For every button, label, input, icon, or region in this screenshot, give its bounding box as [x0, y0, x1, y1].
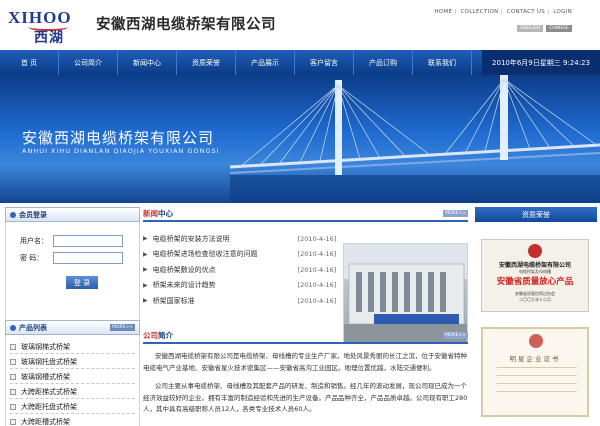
divider — [497, 391, 577, 392]
nav-contact[interactable]: 联系我们 — [413, 50, 472, 75]
news-item[interactable]: ▶ 桥架未来的设计趋势 [2010-4-16] — [143, 278, 343, 294]
product-item[interactable]: 玻璃钢梯式桥架 — [10, 340, 135, 354]
login-form: 用户名： 密 码： 登 录 — [5, 222, 140, 320]
main-nav: 首 页 公司简介 新闻中心 资质荣誉 产品展示 客户留言 产品订购 联系我们 2… — [0, 50, 600, 75]
intro-more-link[interactable]: MORE>> — [443, 332, 468, 339]
quality-certificate[interactable]: 安徽西湖电缆桥架有限公司 电缆桥架及母线槽 安徽省质量放心产品 安徽省质量信得过… — [481, 239, 589, 312]
product-item[interactable]: 玻璃钢槽式桥架 — [10, 370, 135, 384]
intro-section: 公司简介 MORE>> 安徽西湖电缆桥架有限公司是电缆桥架、母线槽的专业生产厂家… — [143, 329, 468, 416]
password-label: 密 码： — [20, 253, 44, 262]
nav-home[interactable]: 首 页 — [0, 50, 59, 75]
products-header: 产品列表 MORE>> — [5, 320, 140, 335]
password-input[interactable] — [53, 251, 123, 264]
intro-heading-b: 简介 — [158, 331, 173, 340]
news-section: ▶ 电缆桥架的安装方法说明 [2010-4-16] ▶ 电缆桥架进场检查验收注意的问题… — [143, 222, 468, 344]
arrow-right-icon: ▶ — [143, 266, 148, 274]
product-item[interactable]: 大跨距槽式桥架 — [10, 415, 135, 426]
product-item[interactable]: 大跨距托盘式桥架 — [10, 400, 135, 414]
intro-header: 公司简介 MORE>> — [143, 329, 468, 344]
divider — [497, 367, 577, 368]
bridge-illustration — [230, 75, 600, 203]
nav-honors[interactable]: 资质荣誉 — [177, 50, 236, 75]
top-link-contact[interactable]: CONTACT US — [507, 9, 545, 15]
login-button[interactable]: 登 录 — [66, 276, 98, 289]
cert-line: 二〇〇九年十二月 — [519, 297, 551, 302]
center-column: 新闻中心 MORE>> ▶ 电缆桥架的安装方法说明 [2010-4-16] ▶ 电缆桥… — [143, 207, 468, 413]
cert2-title: 明星企业证书 — [509, 355, 561, 363]
top-link-collection[interactable]: COLLECTION — [460, 9, 498, 15]
left-column: 会员登录 用户名： 密 码： 登 录 产品列表 MORE>> 玻璃钢梯式桥架 玻… — [5, 207, 140, 426]
nav-about[interactable]: 公司简介 — [59, 50, 118, 75]
arrow-right-icon: ▶ — [143, 297, 148, 305]
news-heading-a: 新闻 — [143, 209, 158, 218]
username-input[interactable] — [53, 234, 123, 247]
bullet-icon — [10, 324, 16, 331]
login-heading: 会员登录 — [19, 210, 47, 219]
banner-title: 安徽西湖电缆桥架有限公司 — [22, 129, 215, 147]
bullet-icon — [10, 373, 16, 380]
honors-heading: 资质荣誉 — [475, 207, 597, 222]
lang-english-button[interactable]: ENGLISH — [517, 25, 544, 32]
intro-paragraph: 安徽西湖电缆桥架有限公司是电缆桥架、母线槽的专业生产厂家。地处风景秀丽的长江之滨… — [143, 352, 467, 372]
logo-text-cn: 西湖 — [34, 30, 64, 46]
nav-products[interactable]: 产品展示 — [236, 50, 295, 75]
news-item[interactable]: ▶ 电缆桥架进场检查验收注意的问题 [2010-4-16] — [143, 247, 343, 263]
logo[interactable]: XIHOO 西湖 — [8, 8, 86, 46]
emblem-icon — [529, 334, 543, 348]
page: XIHOO 西湖 安徽西湖电缆桥架有限公司 HOME | COLLECTION | … — [0, 0, 600, 426]
bullet-icon — [10, 388, 16, 395]
banner-subtitle: ANHUI XIHU DIANLAN QIAOJIA YOUXIAN GONGS… — [22, 147, 220, 155]
top-links: HOME | COLLECTION | CONTACT US | LOGIN — [434, 9, 572, 15]
star-enterprise-certificate[interactable]: 明星企业证书 — [481, 327, 589, 417]
products-heading: 产品列表 — [19, 323, 47, 332]
product-list: 玻璃钢梯式桥架 玻璃钢托盘式桥架 玻璃钢槽式桥架 大跨距梯式式桥架 大跨距托盘式… — [5, 335, 140, 426]
bullet-icon — [10, 211, 16, 218]
news-more-link[interactable]: MORE>> — [443, 210, 468, 217]
cert-title: 安徽省质量放心产品 — [496, 277, 574, 287]
arrow-right-icon: ▶ — [143, 250, 148, 258]
divider — [497, 375, 577, 376]
lang-chinese-button[interactable]: CHINESE — [546, 25, 572, 32]
product-item[interactable]: 玻璃钢托盘式桥架 — [10, 355, 135, 369]
news-heading-b: 中心 — [158, 209, 173, 218]
login-header: 会员登录 — [5, 207, 140, 222]
emblem-icon — [528, 244, 542, 258]
news-item[interactable]: ▶ 电缆桥架的安装方法说明 [2010-4-16] — [143, 231, 343, 247]
top-link-home[interactable]: HOME — [434, 9, 452, 15]
bullet-icon — [10, 418, 16, 425]
intro-paragraph: 公司主要从事电缆桥架、母线槽及其配套产品的研发、制造和销售。经几年的滚动发展，现… — [143, 382, 468, 413]
right-column: 资质荣誉 安徽西湖电缆桥架有限公司 电缆桥架及母线槽 安徽省质量放心产品 安徽省… — [475, 207, 597, 417]
news-header: 新闻中心 MORE>> — [143, 207, 468, 222]
news-item[interactable]: ▶ 电缆桥架敷设的优点 [2010-4-16] — [143, 262, 343, 278]
arrow-right-icon: ▶ — [143, 281, 148, 289]
divider — [497, 383, 577, 384]
arrow-right-icon: ▶ — [143, 235, 148, 243]
nav-guestbook[interactable]: 客户留言 — [295, 50, 354, 75]
news-item[interactable]: ▶ 桥架国家标准 [2010-4-16] — [143, 293, 343, 309]
nav-order[interactable]: 产品订购 — [354, 50, 413, 75]
product-item[interactable]: 大跨距梯式式桥架 — [10, 385, 135, 399]
banner: 安徽西湖电缆桥架有限公司 ANHUI XIHU DIANLAN QIAOJIA … — [0, 75, 600, 203]
top-link-login[interactable]: LOGIN — [553, 9, 572, 15]
bullet-icon — [10, 403, 16, 410]
intro-heading-a: 公司 — [143, 331, 158, 340]
nav-news[interactable]: 新闻中心 — [118, 50, 177, 75]
products-more-link[interactable]: MORE>> — [110, 324, 135, 331]
datetime-display: 2010年6月9日星期三 9:24:23 — [482, 50, 600, 75]
bullet-icon — [10, 343, 16, 350]
company-name: 安徽西湖电缆桥架有限公司 — [96, 17, 276, 33]
username-label: 用户名： — [20, 236, 48, 245]
language-switch: ENGLISH CHINESE — [517, 25, 572, 32]
cert-line: 安徽西湖电缆桥架有限公司 — [498, 262, 571, 269]
news-list: ▶ 电缆桥架的安装方法说明 [2010-4-16] ▶ 电缆桥架进场检查验收注意的问题… — [143, 231, 343, 309]
header: XIHOO 西湖 安徽西湖电缆桥架有限公司 HOME | COLLECTION | … — [0, 0, 600, 50]
bullet-icon — [10, 358, 16, 365]
